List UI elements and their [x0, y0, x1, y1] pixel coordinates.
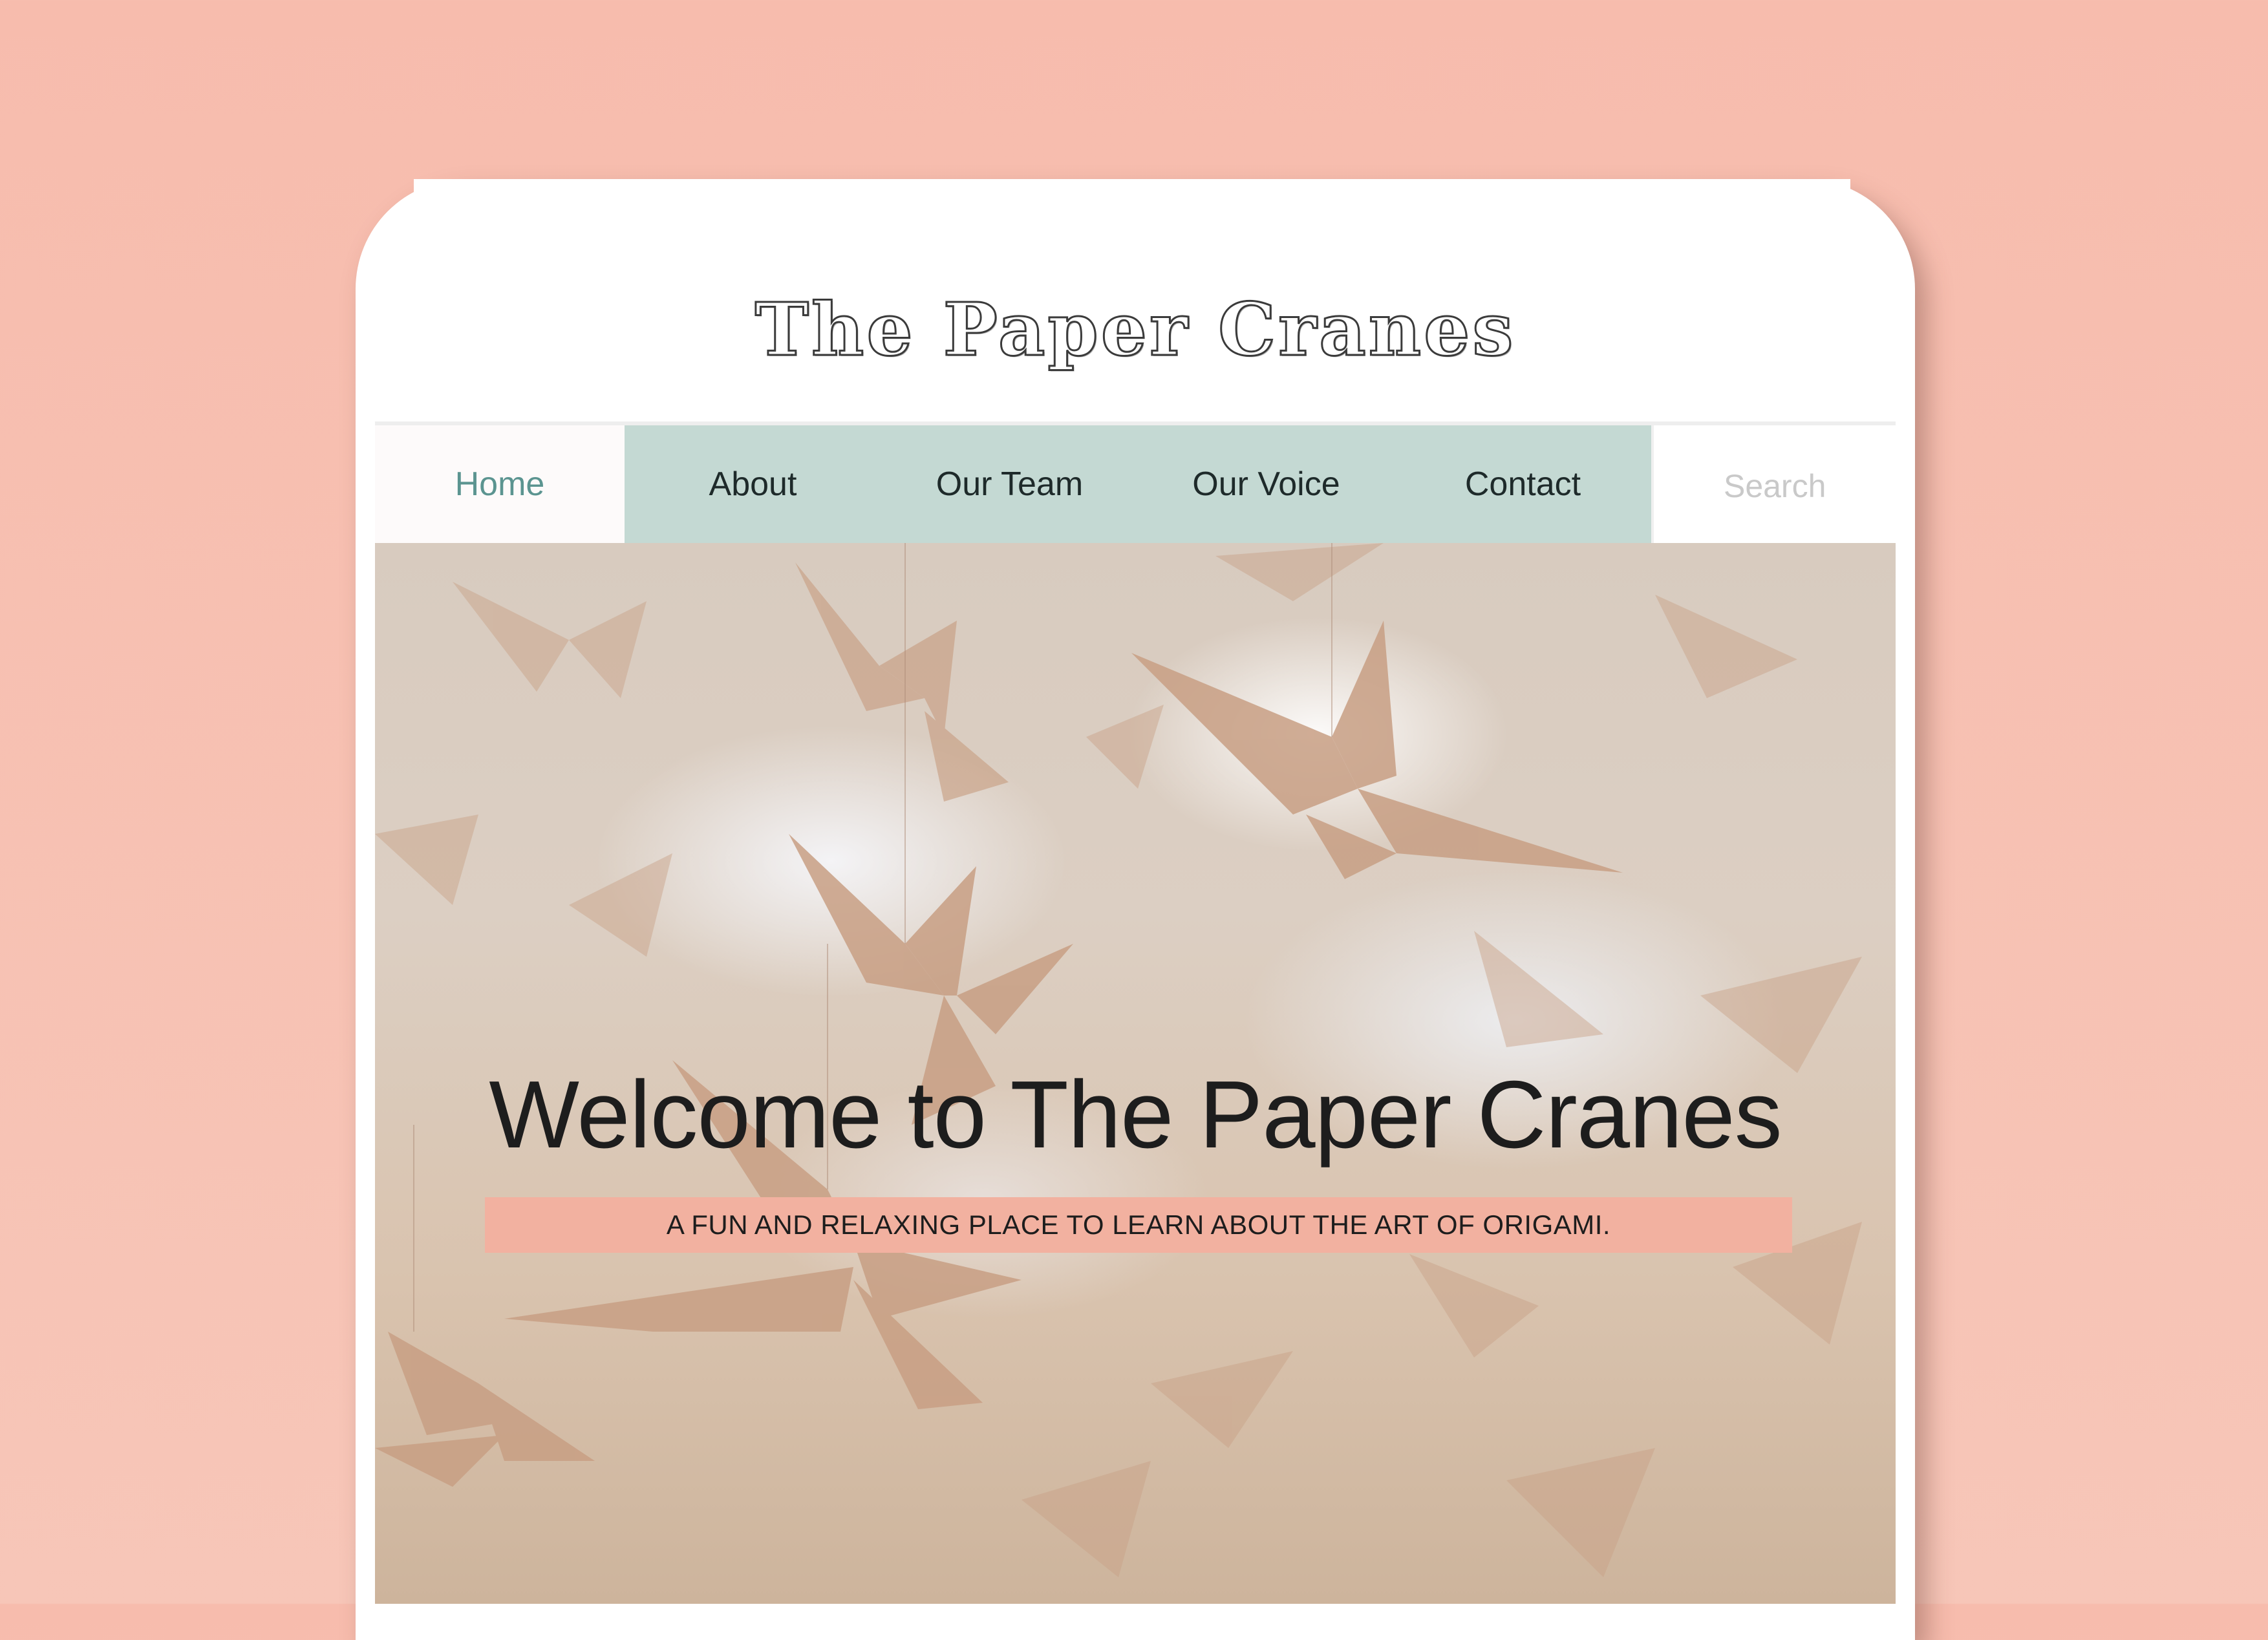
hero-tagline-banner: A FUN AND RELAXING PLACE TO LEARN ABOUT …: [485, 1197, 1792, 1253]
hero-tagline: A FUN AND RELAXING PLACE TO LEARN ABOUT …: [666, 1209, 1611, 1240]
crane-shape: [1131, 621, 1623, 879]
site-header: The Paper Cranes: [375, 233, 1896, 427]
site-title-logo[interactable]: The Paper Cranes: [754, 286, 1516, 373]
nav-links-group: About Our Team Our Voice Contact: [624, 425, 1651, 547]
nav-item-about[interactable]: About: [625, 425, 881, 543]
crane-shape: [795, 562, 1009, 802]
nav-item-home[interactable]: Home: [375, 425, 625, 543]
nav-item-contact[interactable]: Contact: [1395, 425, 1651, 543]
hero-section: Welcome to The Paper Cranes A FUN AND RE…: [375, 543, 1896, 1604]
hero-heading: Welcome to The Paper Cranes: [489, 1061, 1782, 1168]
search-input[interactable]: [1722, 467, 1828, 506]
main-navigation: Home About Our Team Our Voice Contact: [375, 421, 1896, 547]
nav-item-our-voice[interactable]: Our Voice: [1138, 425, 1395, 543]
search-box: [1651, 425, 1896, 547]
crane-shape: [375, 1332, 595, 1487]
nav-item-our-team[interactable]: Our Team: [881, 425, 1138, 543]
